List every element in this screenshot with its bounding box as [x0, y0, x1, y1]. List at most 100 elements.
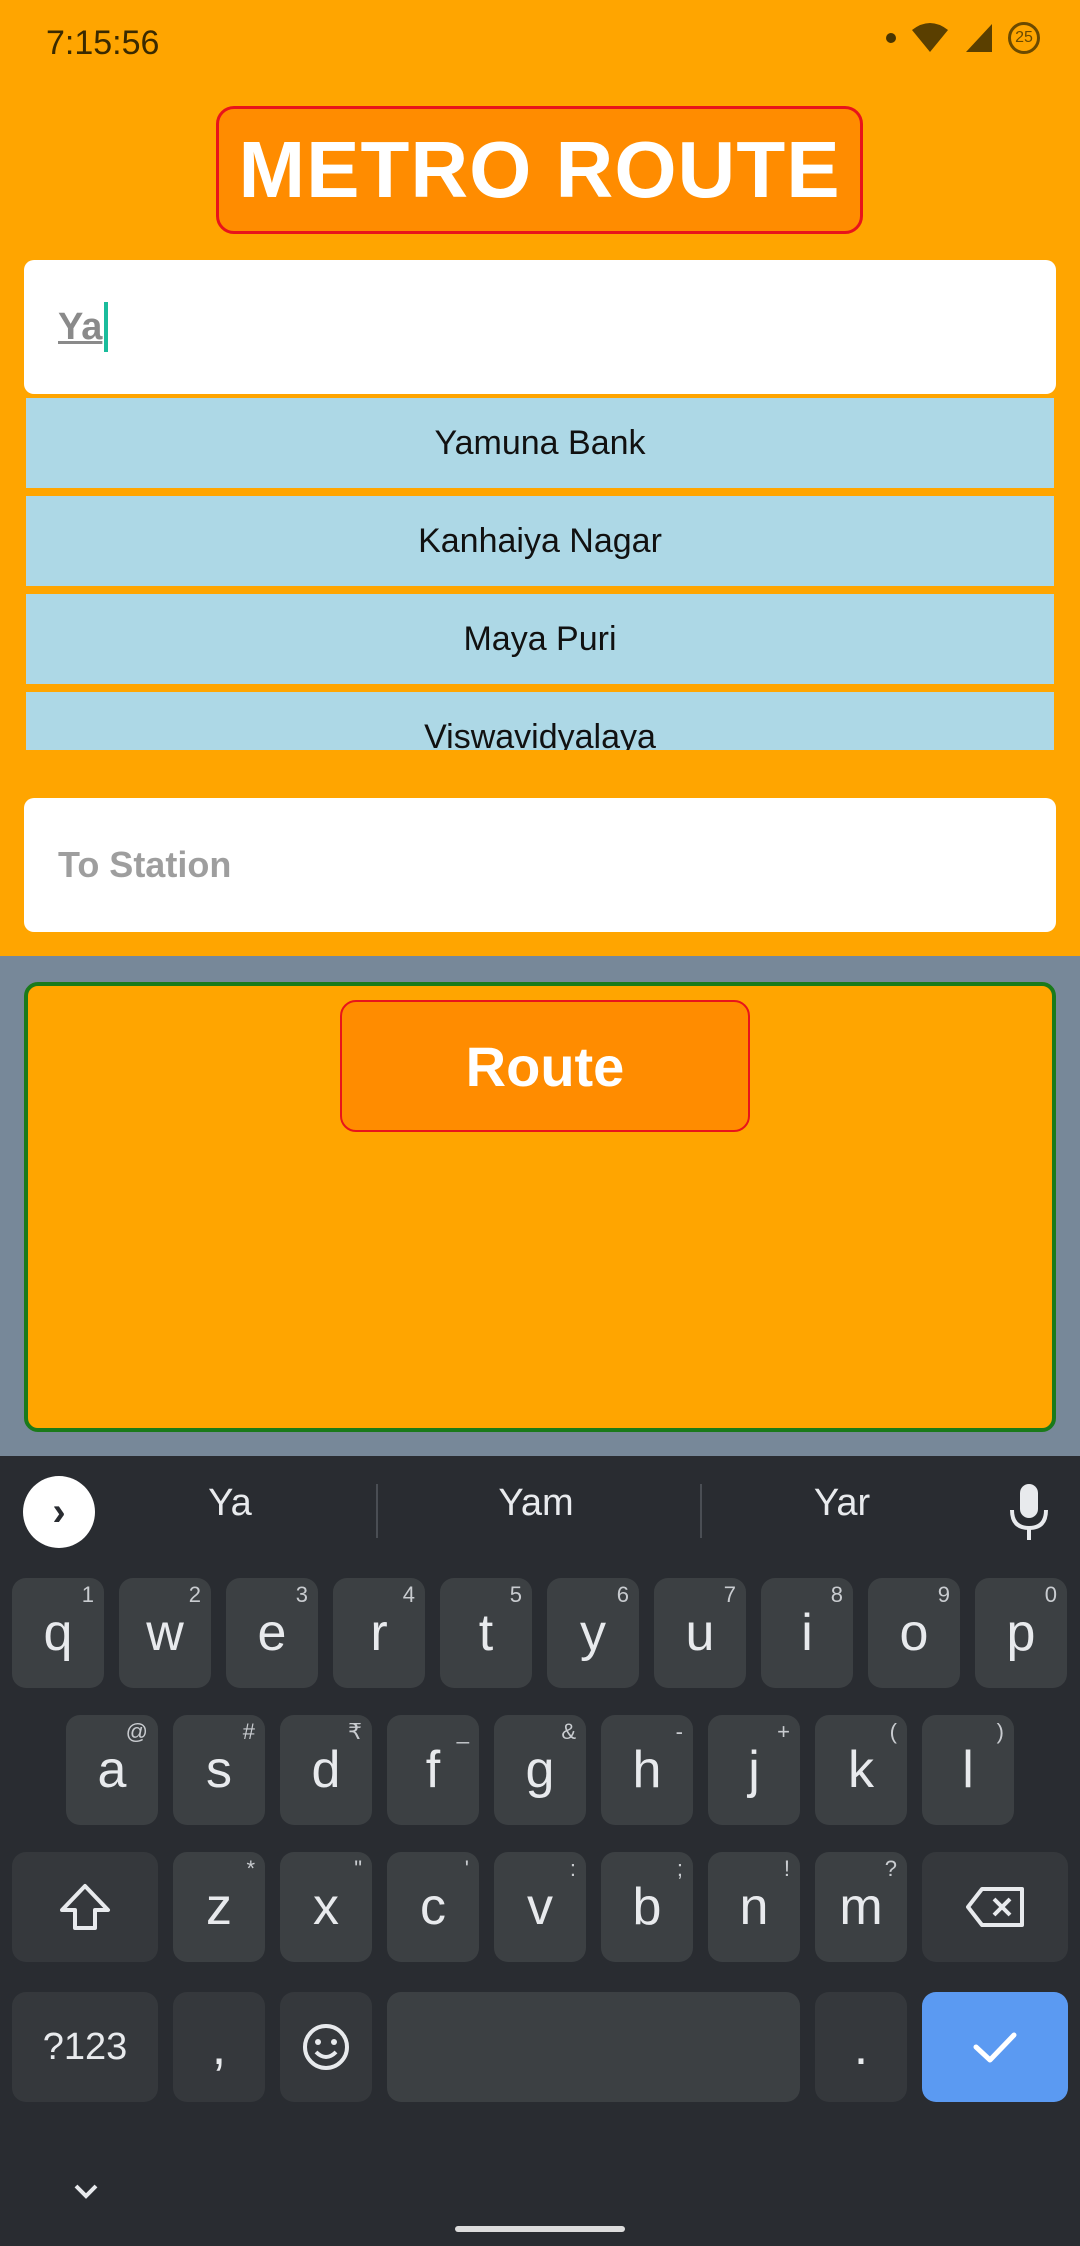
key-letter: x: [313, 1878, 339, 1936]
keyboard-suggestion-strip: › Ya Yam Yar: [0, 1456, 1080, 1566]
key-letter: i: [801, 1604, 813, 1662]
from-station-input[interactable]: Ya: [24, 260, 1056, 394]
emoji-key[interactable]: [280, 1992, 372, 2102]
key-letter: f: [425, 1741, 441, 1799]
key-hint: &: [561, 1719, 576, 1744]
key[interactable]: c ': [387, 1852, 479, 1962]
key-hint: ): [996, 1719, 1004, 1744]
from-station-value: Ya: [58, 305, 103, 348]
key[interactable]: x ": [280, 1852, 372, 1962]
keyboard-suggestion[interactable]: Yar: [692, 1482, 992, 1525]
backspace-icon: [966, 1887, 1024, 1927]
key-hint: @: [125, 1719, 148, 1744]
key[interactable]: h-: [601, 1715, 693, 1825]
battery-saver-icon: 25: [1008, 22, 1040, 54]
key[interactable]: n!: [708, 1852, 800, 1962]
station-suggestions-dropdown[interactable]: Yamuna Bank Kanhaiya Nagar Maya Puri Vis…: [26, 398, 1054, 750]
key[interactable]: o9: [868, 1578, 960, 1688]
checkmark-icon: [973, 2032, 1017, 2063]
key[interactable]: q1: [12, 1578, 104, 1688]
keyboard-suggestion[interactable]: Ya: [80, 1482, 380, 1525]
chevron-down-icon[interactable]: [66, 2178, 106, 2208]
key[interactable]: l): [922, 1715, 1014, 1825]
key[interactable]: y6: [547, 1578, 639, 1688]
app-title: METRO ROUTE: [238, 125, 841, 214]
key-hint: 3: [295, 1582, 308, 1607]
key-letter: h: [632, 1741, 662, 1799]
to-station-input[interactable]: To Station: [24, 798, 1056, 932]
key-hint: 0: [1044, 1582, 1057, 1607]
key[interactable]: b;: [601, 1852, 693, 1962]
key[interactable]: f _: [387, 1715, 479, 1825]
route-button[interactable]: Route: [340, 1000, 750, 1132]
key-hint: #: [242, 1719, 255, 1744]
comma-key[interactable]: ,: [173, 1992, 265, 2102]
key-hint: 6: [616, 1582, 629, 1607]
backspace-key[interactable]: [922, 1852, 1068, 1962]
status-bar: 7:15:56 25: [0, 0, 1080, 90]
key-hint: ": [354, 1856, 362, 1881]
suggestion-item[interactable]: Yamuna Bank: [26, 398, 1054, 488]
key-letter: e: [257, 1604, 287, 1662]
key-letter: c: [420, 1878, 446, 1936]
navigation-handle[interactable]: [455, 2226, 625, 2232]
key-hint: 2: [188, 1582, 201, 1607]
key[interactable]: w2: [119, 1578, 211, 1688]
key-letter: n: [739, 1878, 769, 1936]
key-letter: l: [962, 1741, 974, 1799]
key-letter: d: [311, 1741, 341, 1799]
key-letter: o: [899, 1604, 929, 1662]
key-letter: p: [1006, 1604, 1036, 1662]
key[interactable]: k(: [815, 1715, 907, 1825]
key[interactable]: d ₹: [280, 1715, 372, 1825]
key[interactable]: u7: [654, 1578, 746, 1688]
key[interactable]: m?: [815, 1852, 907, 1962]
key[interactable]: s #: [173, 1715, 265, 1825]
suggestion-item[interactable]: Kanhaiya Nagar: [26, 496, 1054, 586]
key-letter: a: [97, 1741, 127, 1799]
key-hint: ': [464, 1856, 469, 1881]
key[interactable]: p0: [975, 1578, 1067, 1688]
key-letter: j: [748, 1741, 760, 1799]
key-hint: 5: [509, 1582, 522, 1607]
space-key[interactable]: [387, 1992, 800, 2102]
key-hint: +: [777, 1719, 790, 1744]
key[interactable]: t5: [440, 1578, 532, 1688]
status-time: 7:15:56: [46, 24, 160, 62]
key-hint: *: [246, 1856, 255, 1881]
suggestion-divider: [376, 1484, 378, 1538]
period-key[interactable]: .: [815, 1992, 907, 2102]
key[interactable]: r4: [333, 1578, 425, 1688]
shift-key[interactable]: [12, 1852, 158, 1962]
notification-dot-icon: [886, 33, 896, 43]
microphone-icon[interactable]: [1006, 1482, 1052, 1542]
key[interactable]: e3: [226, 1578, 318, 1688]
key[interactable]: v:: [494, 1852, 586, 1962]
emoji-icon: [303, 2024, 349, 2070]
key[interactable]: j +: [708, 1715, 800, 1825]
text-cursor: [104, 302, 109, 352]
key-hint: 1: [81, 1582, 94, 1607]
key-letter: u: [685, 1604, 715, 1662]
key-hint: 8: [830, 1582, 843, 1607]
suggestion-item[interactable]: Viswavidyalaya: [26, 692, 1054, 750]
key-letter: v: [527, 1878, 553, 1936]
key[interactable]: z *: [173, 1852, 265, 1962]
key[interactable]: g &: [494, 1715, 586, 1825]
status-icons: 25: [886, 22, 1040, 54]
key-letter: g: [525, 1741, 555, 1799]
key-letter: r: [370, 1604, 388, 1662]
signal-icon: [966, 24, 992, 52]
key-letter: s: [206, 1741, 232, 1799]
key[interactable]: i8: [761, 1578, 853, 1688]
key[interactable]: a @: [66, 1715, 158, 1825]
keyboard-suggestion[interactable]: Yam: [386, 1482, 686, 1525]
symbols-key[interactable]: ?123: [12, 1992, 158, 2102]
key-letter: m: [839, 1878, 883, 1936]
suggestion-item[interactable]: Maya Puri: [26, 594, 1054, 684]
key-hint: !: [783, 1856, 790, 1881]
enter-key[interactable]: [922, 1992, 1068, 2102]
key-hint: _: [456, 1719, 469, 1744]
soft-keyboard: › Ya Yam Yar q1 w2 e3 r4 t5 y6 u7 i8 o9 …: [0, 1456, 1080, 2246]
key-letter: q: [43, 1604, 73, 1662]
